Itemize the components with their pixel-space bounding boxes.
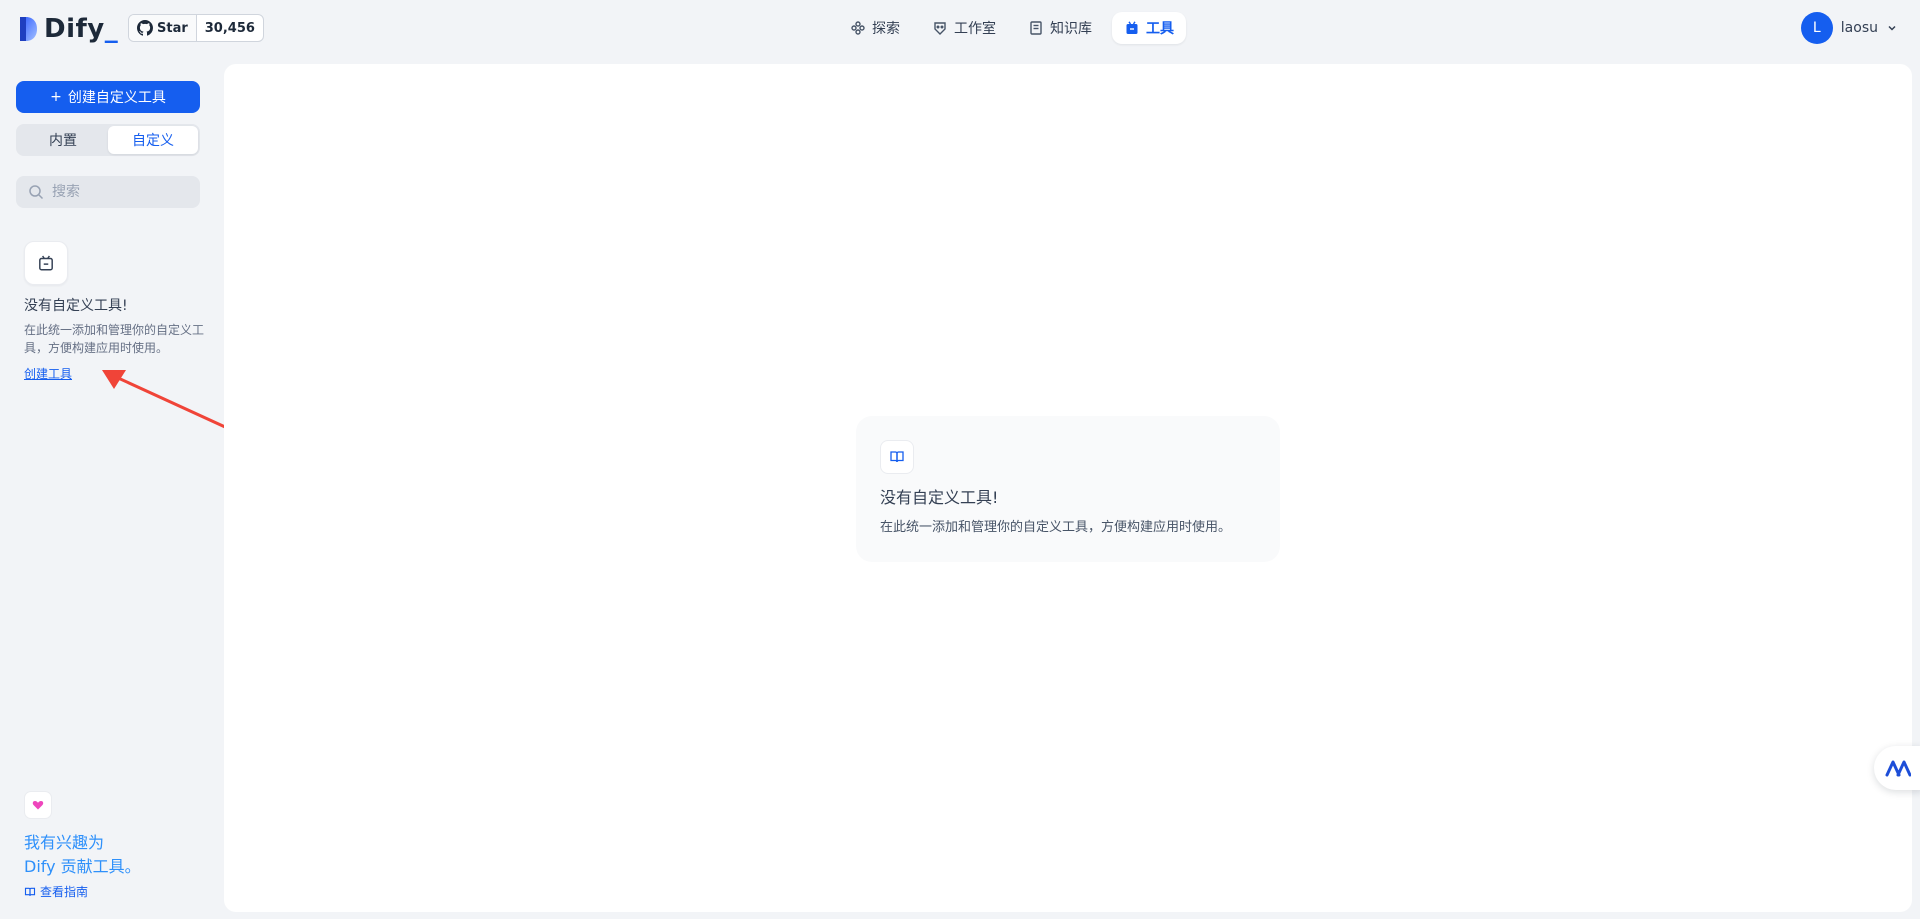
main-empty-title: 没有自定义工具! (880, 488, 999, 507)
heart-icon-box (24, 791, 52, 819)
tools-icon (1126, 21, 1138, 34)
heart-icon (32, 801, 44, 810)
user-menu[interactable]: L laosu (1800, 12, 1898, 44)
user-name: laosu (1840, 20, 1878, 36)
github-icon (137, 20, 153, 36)
empty-tools-icon-box (24, 241, 68, 285)
nav-studio-label: 工作室 (954, 21, 996, 37)
empty-description: 在此统一添加和管理你的自定义工具，方便构建应用时使用。 (24, 323, 205, 355)
dify-logo-icon (20, 17, 37, 41)
sidebar-empty-state: 没有自定义工具! 在此统一添加和管理你的自定义工具，方便构建应用时使用。 创建工… (24, 241, 204, 382)
book-icon-box (880, 440, 914, 474)
search-input[interactable] (50, 183, 180, 201)
avatar: L (1800, 12, 1833, 44)
nav-explore-label: 探索 (872, 21, 900, 37)
assistant-float-button[interactable] (1874, 746, 1920, 790)
assistant-logo-icon (1885, 760, 1911, 777)
github-star-label-group: Star (129, 15, 197, 41)
nav-studio[interactable]: 工作室 (920, 12, 1008, 44)
view-guide-label: 查看指南 (40, 885, 89, 899)
nav-explore[interactable]: 探索 (838, 12, 912, 44)
dify-logo[interactable]: Dify_ (18, 14, 118, 44)
create-custom-tool-button[interactable]: + 创建自定义工具 (16, 81, 200, 113)
contribute-line-1: 我有兴趣为 (24, 833, 105, 852)
nav-knowledge-label: 知识库 (1050, 21, 1092, 37)
book-open-icon (890, 451, 904, 463)
nav-tools[interactable]: 工具 (1112, 12, 1186, 44)
github-star-button[interactable]: Star 30,456 (128, 14, 264, 42)
nav-knowledge[interactable]: 知识库 (1016, 12, 1104, 44)
contribute-section: 我有兴趣为 Dify 贡献工具。 查看指南 (24, 791, 204, 900)
view-guide-link[interactable]: 查看指南 (24, 883, 204, 900)
github-star-count: 30,456 (204, 20, 255, 36)
tools-sidebar: + 创建自定义工具 内置 自定义 没有自定义工具! 在此统一添加和管理你的自定义… (0, 56, 224, 919)
tool-type-tabs: 内置 自定义 (16, 124, 200, 156)
main-nav: 探索 工作室 知识库 工具 (838, 12, 1186, 44)
tab-builtin[interactable]: 内置 (18, 126, 108, 154)
knowledge-icon (1030, 21, 1042, 35)
tools-icon (39, 255, 53, 271)
main-empty-description: 在此统一添加和管理你的自定义工具，方便构建应用时使用。 (880, 520, 1232, 535)
main-panel: 没有自定义工具! 在此统一添加和管理你的自定义工具，方便构建应用时使用。 (224, 64, 1912, 912)
studio-icon (934, 22, 946, 35)
create-custom-tool-label: 创建自定义工具 (67, 90, 166, 106)
nav-tools-label: 工具 (1146, 21, 1174, 37)
book-open-icon (24, 887, 36, 896)
chevron-down-icon (1888, 25, 1896, 31)
search-icon (29, 185, 44, 200)
empty-title: 没有自定义工具! (24, 298, 128, 314)
top-header: Dify_ Star 30,456 探索 工作室 知识库 工具 L laosu (0, 0, 1920, 56)
github-star-label: Star (157, 20, 188, 36)
tab-custom[interactable]: 自定义 (108, 126, 198, 154)
plus-icon: + (50, 89, 62, 105)
create-tool-link[interactable]: 创建工具 (24, 365, 72, 382)
explore-icon (851, 21, 865, 35)
contribute-line-2: Dify 贡献工具。 (24, 857, 141, 876)
main-empty-state: 没有自定义工具! 在此统一添加和管理你的自定义工具，方便构建应用时使用。 (856, 416, 1280, 562)
logo-text: Dify_ (44, 14, 119, 44)
search-box[interactable] (16, 176, 200, 208)
